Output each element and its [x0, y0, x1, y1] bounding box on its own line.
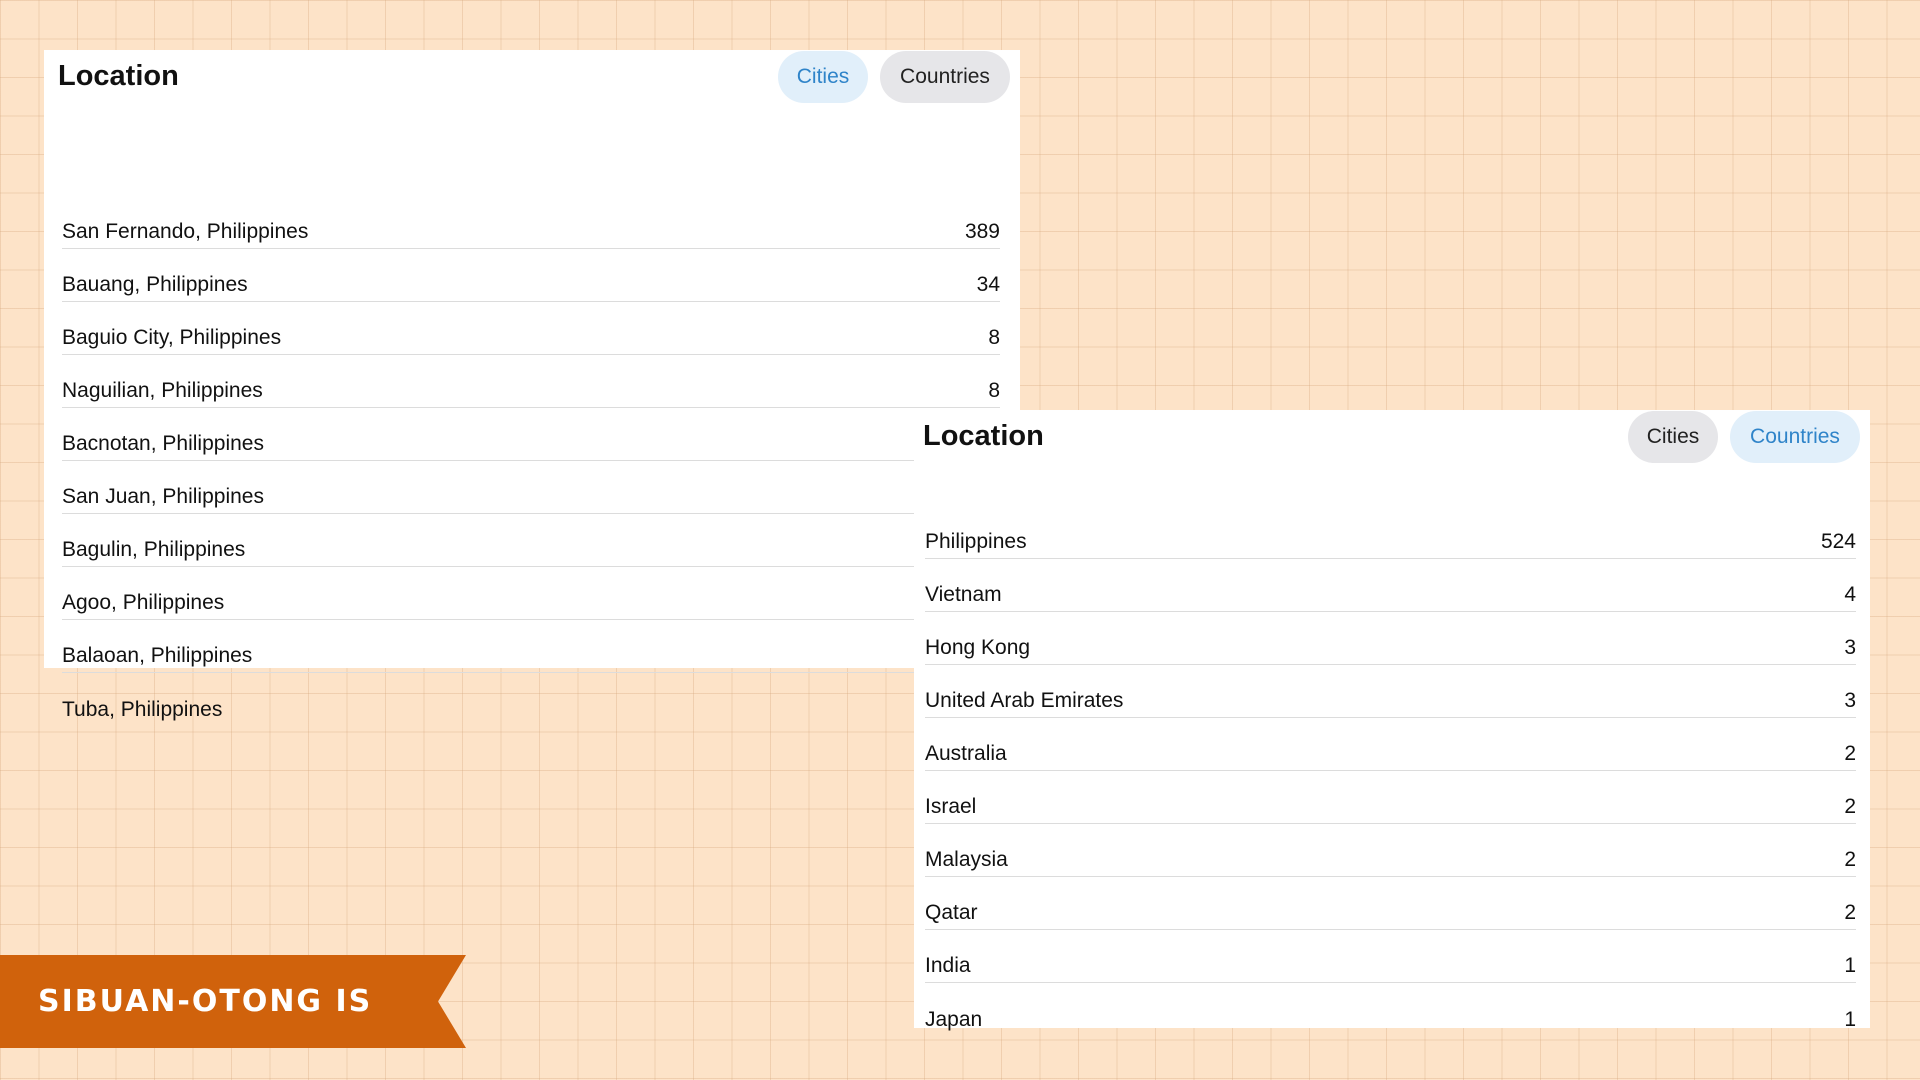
countries-list: Philippines 524 Vietnam 4 Hong Kong 3 Un… [925, 506, 1856, 1036]
cities-location-panel: Location Cities Countries San Fernando, … [44, 50, 1020, 721]
list-item: Qatar 2 [925, 877, 1856, 930]
list-item: San Juan, Philippines [62, 461, 1000, 514]
visit-count: 2 [1844, 901, 1856, 924]
tab-countries[interactable]: Countries [880, 51, 1010, 103]
visit-count: 8 [988, 326, 1000, 349]
banner-text: SIBUAN-OTONG IS [38, 984, 373, 1019]
city-name: Bacnotan, Philippines [62, 432, 264, 455]
panel-header: Location Cities Countries [44, 50, 1020, 106]
location-tabs: Cities Countries [1628, 411, 1860, 463]
country-name: Israel [925, 795, 977, 818]
list-item: Baguio City, Philippines 8 [62, 302, 1000, 355]
list-item: Agoo, Philippines [62, 567, 1000, 620]
list-item: Naguilian, Philippines 8 [62, 355, 1000, 408]
visit-count: 3 [1844, 636, 1856, 659]
list-item: San Fernando, Philippines 389 [62, 196, 1000, 249]
list-item: Bauang, Philippines 34 [62, 249, 1000, 302]
panel-title: Location [58, 60, 179, 92]
country-name: Hong Kong [925, 636, 1031, 659]
list-item: Bagulin, Philippines [62, 514, 1000, 567]
city-name: Bagulin, Philippines [62, 538, 246, 561]
visit-count: 3 [1844, 689, 1856, 712]
list-item: Japan 1 [925, 983, 1856, 1036]
country-name: India [925, 954, 971, 977]
list-item: Vietnam 4 [925, 559, 1856, 612]
visit-count: 389 [964, 220, 1000, 243]
city-name: Balaoan, Philippines [62, 644, 253, 667]
city-name: Bauang, Philippines [62, 273, 248, 296]
visit-count: 2 [1844, 848, 1856, 871]
list-item: Bacnotan, Philippines 6 [62, 408, 1000, 461]
tab-cities[interactable]: Cities [1628, 411, 1718, 463]
panel-title: Location [923, 420, 1044, 452]
visit-count: 524 [1820, 530, 1856, 553]
city-name: Agoo, Philippines [62, 591, 225, 614]
country-name: Malaysia [925, 848, 1008, 871]
list-item: Philippines 524 [925, 506, 1856, 559]
country-name: Japan [925, 1008, 983, 1031]
countries-location-panel: Location Cities Countries Philippines 52… [914, 410, 1870, 1031]
visit-count: 34 [976, 273, 1000, 296]
visit-count: 2 [1844, 742, 1856, 765]
panel-header: Location Cities Countries [914, 410, 1870, 466]
country-name: Australia [925, 742, 1007, 765]
country-name: Qatar [925, 901, 978, 924]
visit-count: 1 [1844, 954, 1856, 977]
list-item: Israel 2 [925, 771, 1856, 824]
list-item: Tuba, Philippines [62, 673, 1000, 726]
tab-cities[interactable]: Cities [778, 51, 868, 103]
list-item: Hong Kong 3 [925, 612, 1856, 665]
cities-list: San Fernando, Philippines 389 Bauang, Ph… [62, 196, 1000, 726]
title-banner: SIBUAN-OTONG IS [0, 955, 466, 1048]
visit-count: 4 [1844, 583, 1856, 606]
city-name: San Fernando, Philippines [62, 220, 309, 243]
city-name: San Juan, Philippines [62, 485, 264, 508]
city-name: Baguio City, Philippines [62, 326, 282, 349]
list-item: Malaysia 2 [925, 824, 1856, 877]
city-name: Tuba, Philippines [62, 698, 223, 721]
visit-count: 2 [1844, 795, 1856, 818]
list-item: Balaoan, Philippines [62, 620, 1000, 673]
visit-count: 8 [988, 379, 1000, 402]
country-name: Vietnam [925, 583, 1002, 606]
city-name: Naguilian, Philippines [62, 379, 263, 402]
country-name: Philippines [925, 530, 1027, 553]
list-item: India 1 [925, 930, 1856, 983]
tab-countries[interactable]: Countries [1730, 411, 1860, 463]
location-tabs: Cities Countries [778, 51, 1010, 103]
visit-count: 1 [1844, 1008, 1856, 1031]
country-name: United Arab Emirates [925, 689, 1124, 712]
list-item: Australia 2 [925, 718, 1856, 771]
list-item: United Arab Emirates 3 [925, 665, 1856, 718]
